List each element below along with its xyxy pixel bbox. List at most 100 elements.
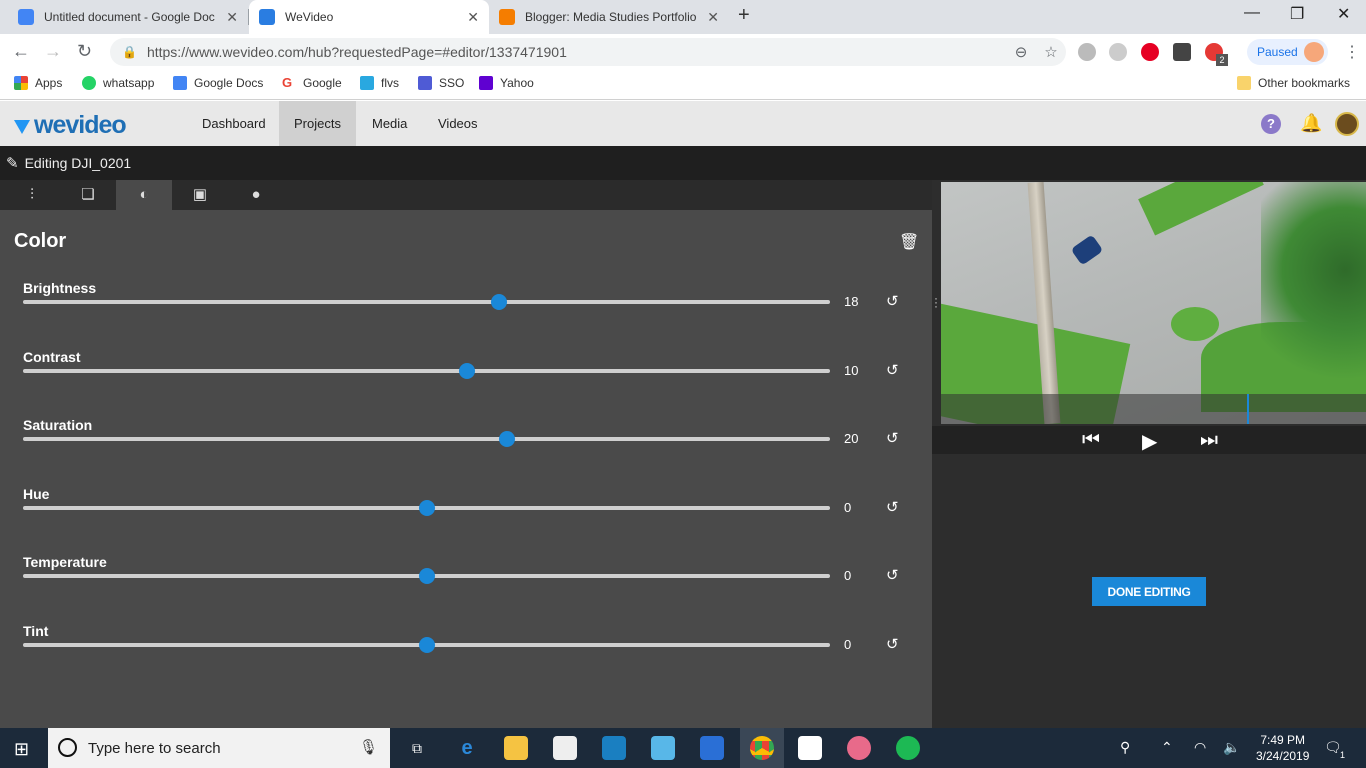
back-icon[interactable]: ← — [12, 41, 30, 62]
bookmark-whatsapp[interactable]: whatsapp — [82, 76, 154, 90]
extension-icon[interactable] — [1078, 43, 1096, 61]
forward-icon[interactable]: → — [44, 41, 62, 62]
calculator-icon[interactable] — [651, 736, 675, 760]
bell-icon[interactable]: 🔔 — [1300, 113, 1322, 134]
slider-track[interactable] — [23, 437, 830, 441]
editing-title: Editing DJI_0201 — [24, 155, 132, 171]
tab-info-icon[interactable]: ● — [228, 180, 284, 210]
tab-blogger[interactable]: Blogger: Media Studies Portfolio ✕ — [489, 0, 729, 34]
edge-icon[interactable]: e — [455, 736, 479, 760]
minimize-icon[interactable]: — — [1244, 4, 1260, 22]
slider-handle[interactable] — [458, 362, 475, 379]
slider-track[interactable] — [23, 300, 830, 304]
notification-count: 1 — [1340, 750, 1346, 760]
close-tab-icon[interactable]: ✕ — [467, 9, 479, 26]
address-bar[interactable]: 🔒 https://www.wevideo.com/hub?requestedP… — [110, 38, 1066, 66]
paint-icon[interactable] — [847, 736, 871, 760]
resize-handle[interactable]: · · · — [934, 292, 938, 312]
profile-button[interactable]: Paused — [1247, 39, 1328, 65]
bookmark-yahoo[interactable]: Yahoo — [479, 76, 534, 90]
help-icon[interactable]: ? — [1261, 114, 1281, 134]
bookmark-star-icon[interactable]: ☆ — [1036, 43, 1066, 61]
bookmark-sso[interactable]: SSO — [418, 76, 464, 90]
bookmark-apps[interactable]: Apps — [14, 76, 62, 90]
trash-icon[interactable]: 🗑 — [899, 232, 919, 252]
store-icon[interactable] — [553, 736, 577, 760]
nav-videos[interactable]: Videos — [423, 101, 493, 146]
pinterest-icon[interactable] — [1141, 43, 1159, 61]
microphone-icon[interactable]: 🎙 — [359, 738, 378, 756]
menu-icon[interactable]: ⋮ — [1344, 42, 1360, 62]
reset-icon[interactable]: ↺ — [886, 498, 899, 516]
tab-title: Blogger: Media Studies Portfolio — [525, 10, 697, 24]
bookmark-other[interactable]: Other bookmarks — [1237, 76, 1350, 90]
playhead[interactable] — [1247, 394, 1249, 424]
extension-icon[interactable] — [1173, 43, 1191, 61]
play-icon[interactable]: ▶ — [1142, 429, 1157, 454]
editing-bar: ✎ Editing DJI_0201 — [0, 146, 1366, 180]
reset-icon[interactable]: ↺ — [886, 292, 899, 310]
bookmark-google[interactable]: G Google — [282, 76, 342, 90]
lenovo-icon[interactable] — [602, 736, 626, 760]
taskbar-search[interactable]: Type here to search 🎙 — [48, 728, 390, 768]
editor-tabs: ⫶ ❏ ◐ ▣ ● — [0, 180, 932, 210]
chevron-up-icon[interactable]: ⌃ — [1161, 739, 1173, 756]
preview-grass — [1171, 307, 1219, 341]
bookmark-label: flvs — [381, 76, 399, 90]
user-avatar[interactable] — [1335, 112, 1359, 136]
new-tab-button[interactable]: + — [738, 4, 750, 27]
system-clock[interactable]: 7:49 PM 3/24/2019 — [1256, 732, 1309, 764]
nav-media[interactable]: Media — [357, 101, 422, 146]
flvs-icon — [360, 76, 374, 90]
reset-icon[interactable]: ↺ — [886, 566, 899, 584]
tab-google-docs[interactable]: Untitled document - Google Doc ✕ — [8, 0, 248, 34]
reset-icon[interactable]: ↺ — [886, 429, 899, 447]
spotify-icon[interactable] — [896, 736, 920, 760]
slider-handle[interactable] — [491, 294, 508, 310]
pencil-icon: ✎ — [6, 155, 19, 172]
nav-dashboard[interactable]: Dashboard — [187, 101, 281, 146]
nav-projects[interactable]: Projects — [279, 101, 356, 146]
tab-profile-icon[interactable]: ▣ — [172, 180, 228, 210]
slider-handle[interactable] — [418, 499, 435, 516]
close-tab-icon[interactable]: ✕ — [226, 9, 238, 26]
zoom-icon[interactable]: ⊖ — [1006, 43, 1036, 61]
tab-color-icon[interactable]: ◐ — [116, 180, 172, 210]
bookmark-label: whatsapp — [103, 76, 155, 90]
mail-icon[interactable] — [798, 736, 822, 760]
people-icon[interactable]: ⚲ — [1120, 739, 1130, 756]
file-explorer-icon[interactable] — [504, 736, 528, 760]
maximize-icon[interactable]: ❐ — [1290, 4, 1304, 24]
bookmark-flvs[interactable]: flvs — [360, 76, 399, 90]
reset-icon[interactable]: ↺ — [886, 361, 899, 379]
close-window-icon[interactable]: ✕ — [1337, 4, 1350, 24]
volume-icon[interactable]: 🔈 — [1223, 739, 1240, 756]
extension-icon[interactable] — [1109, 43, 1127, 61]
remote-icon[interactable] — [700, 736, 724, 760]
done-editing-button[interactable]: DONE EDITING — [1092, 577, 1206, 606]
reload-icon[interactable]: ↻ — [77, 41, 92, 62]
video-preview[interactable] — [941, 182, 1366, 424]
scrub-bar[interactable] — [941, 394, 1366, 424]
skip-back-icon[interactable]: ⏮ — [1082, 429, 1100, 452]
tab-layers-icon[interactable]: ❏ — [60, 180, 116, 210]
tab-adjust-sliders-icon[interactable]: ⫶ — [4, 180, 60, 210]
slider-value: 0 — [844, 568, 852, 583]
playback-controls: ⏮ ▶ ⏭ — [932, 426, 1366, 454]
slider-handle[interactable] — [418, 568, 435, 584]
chrome-icon[interactable] — [750, 736, 774, 760]
tab-wevideo[interactable]: WeVideo ✕ — [249, 0, 489, 34]
task-view-icon[interactable]: ⧉ — [405, 736, 429, 760]
slider-handle[interactable] — [418, 636, 435, 653]
bookmark-label: Other bookmarks — [1258, 76, 1351, 90]
whatsapp-icon — [82, 76, 96, 90]
skip-forward-icon[interactable]: ⏭ — [1200, 429, 1218, 452]
slider-handle[interactable] — [499, 431, 516, 447]
wevideo-logo[interactable]: wevideo — [14, 111, 127, 140]
wifi-icon[interactable]: ◠ — [1194, 739, 1206, 756]
reset-icon[interactable]: ↺ — [886, 635, 899, 653]
close-tab-icon[interactable]: ✕ — [707, 9, 719, 26]
windows-start-icon[interactable]: ⊞ — [14, 739, 29, 760]
bookmark-google-docs[interactable]: Google Docs — [173, 76, 263, 90]
slider-track[interactable] — [23, 368, 830, 373]
